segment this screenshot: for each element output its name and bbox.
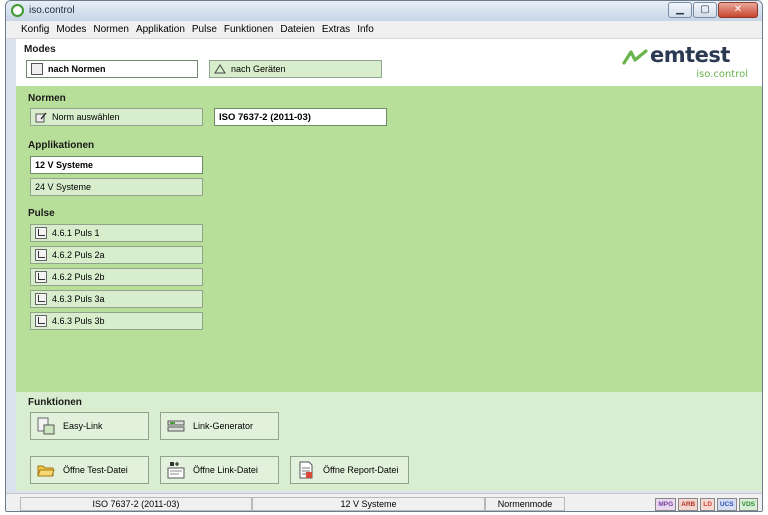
open-test-file-button[interactable]: Öffne Test-Datei — [30, 456, 149, 484]
window-title: iso.control — [29, 5, 75, 16]
pulse-2b-label: 4.6.2 Puls 2b — [52, 272, 105, 282]
link-generator-label: Link-Generator — [193, 421, 254, 431]
emtest-logo: emtest iso.control — [622, 43, 752, 83]
pulse-3a-label: 4.6.3 Puls 3a — [52, 294, 105, 304]
badge-mpg: MPG — [655, 498, 677, 511]
selected-norm-field: ISO 7637-2 (2011-03) — [214, 108, 387, 126]
modes-panel: Modes nach Normen nach Geräten emtest is… — [16, 39, 762, 86]
pulse-2a-icon — [35, 249, 47, 261]
pulse-2b-icon — [35, 271, 47, 283]
mode-by-norms-button[interactable]: nach Normen — [26, 60, 198, 78]
status-system: 12 V Systeme — [252, 497, 485, 511]
link-file-icon — [167, 461, 185, 479]
folder-open-icon — [37, 461, 55, 479]
pulse-3a-button[interactable]: 4.6.3 Puls 3a — [30, 290, 203, 308]
pulse-1-label: 4.6.1 Puls 1 — [52, 228, 100, 238]
close-button[interactable]: ✕ — [718, 2, 758, 18]
app-12v-label: 12 V Systeme — [35, 160, 94, 170]
report-file-icon — [297, 461, 315, 479]
norm-select-button[interactable]: Norm auswählen — [30, 108, 203, 126]
pulse-1-button[interactable]: 4.6.1 Puls 1 — [30, 224, 203, 242]
status-mode: Normenmode — [485, 497, 565, 511]
app-window: iso.control ▁ ▢ ✕ Konfig Modes Normen Ap… — [5, 0, 763, 512]
normen-title: Normen — [28, 93, 66, 104]
maximize-button[interactable]: ▢ — [693, 2, 717, 18]
pulse-2a-label: 4.6.2 Puls 2a — [52, 250, 105, 260]
status-bar: ISO 7637-2 (2011-03) 12 V Systeme Normen… — [6, 493, 762, 511]
close-icon: ✕ — [733, 4, 743, 15]
device-icon — [214, 63, 226, 75]
menu-funktionen[interactable]: Funktionen — [221, 21, 277, 38]
badge-vds: VDS — [738, 498, 758, 511]
easy-link-button[interactable]: Easy-Link — [30, 412, 149, 440]
modes-title: Modes — [24, 44, 56, 55]
status-norm: ISO 7637-2 (2011-03) — [20, 497, 252, 511]
norm-select-label: Norm auswählen — [52, 112, 120, 122]
pulse-2a-button[interactable]: 4.6.2 Puls 2a — [30, 246, 203, 264]
easy-link-icon — [37, 417, 55, 435]
configuration-panel: Normen Norm auswählen ISO 7637-2 (2011-0… — [16, 86, 762, 392]
open-report-file-label: Öffne Report-Datei — [323, 465, 399, 475]
mode-by-devices-label: nach Geräten — [231, 64, 286, 74]
pulse-1-icon — [35, 227, 47, 239]
open-report-file-button[interactable]: Öffne Report-Datei — [290, 456, 409, 484]
menu-bar: Konfig Modes Normen Applikation Pulse Fu… — [6, 21, 762, 39]
mode-by-devices-button[interactable]: nach Geräten — [209, 60, 382, 78]
pulse-title: Pulse — [28, 208, 55, 219]
badge-ld: LD — [700, 498, 715, 511]
app-12v-button[interactable]: 12 V Systeme — [30, 156, 203, 174]
norm-edit-icon — [35, 111, 47, 123]
menu-konfig[interactable]: Konfig — [18, 21, 53, 38]
menu-dateien[interactable]: Dateien — [277, 21, 318, 38]
app-24v-label: 24 V Systeme — [35, 182, 92, 192]
pulse-2b-button[interactable]: 4.6.2 Puls 2b — [30, 268, 203, 286]
app-logo-icon — [11, 4, 24, 17]
applikationen-title: Applikationen — [28, 140, 95, 151]
title-bar[interactable]: iso.control ▁ ▢ ✕ — [6, 1, 762, 21]
pulse-3b-button[interactable]: 4.6.3 Puls 3b — [30, 312, 203, 330]
minimize-icon: ▁ — [676, 4, 684, 15]
menu-applikation[interactable]: Applikation — [133, 21, 189, 38]
badge-ucs: UCS — [716, 498, 737, 511]
main-content: Modes nach Normen nach Geräten emtest is… — [16, 39, 762, 491]
menu-modes[interactable]: Modes — [53, 21, 90, 38]
logo-brand: emtest — [650, 43, 730, 67]
open-test-file-label: Öffne Test-Datei — [63, 465, 128, 475]
easy-link-label: Easy-Link — [63, 421, 103, 431]
open-link-file-button[interactable]: Öffne Link-Datei — [160, 456, 279, 484]
menu-pulse[interactable]: Pulse — [189, 21, 221, 38]
maximize-icon: ▢ — [700, 4, 710, 15]
functions-panel: Funktionen Easy-Link Link-Generator Öffn… — [16, 392, 762, 491]
menu-info[interactable]: Info — [354, 21, 378, 38]
mode-by-norms-label: nach Normen — [48, 64, 106, 74]
pulse-3a-icon — [35, 293, 47, 305]
funktionen-title: Funktionen — [28, 397, 82, 408]
status-badges: MPG ARB LD UCS VDS — [653, 498, 758, 511]
norm-icon — [31, 63, 43, 75]
logo-sub: iso.control — [696, 69, 748, 80]
open-link-file-label: Öffne Link-Datei — [193, 465, 258, 475]
app-24v-button[interactable]: 24 V Systeme — [30, 178, 203, 196]
link-generator-button[interactable]: Link-Generator — [160, 412, 279, 440]
pulse-3b-label: 4.6.3 Puls 3b — [52, 316, 105, 326]
minimize-button[interactable]: ▁ — [668, 2, 692, 18]
link-generator-icon — [167, 417, 185, 435]
logo-wave-icon — [622, 49, 648, 65]
menu-extras[interactable]: Extras — [319, 21, 354, 38]
badge-arb: ARB — [678, 498, 699, 511]
pulse-3b-icon — [35, 315, 47, 327]
menu-normen[interactable]: Normen — [90, 21, 133, 38]
